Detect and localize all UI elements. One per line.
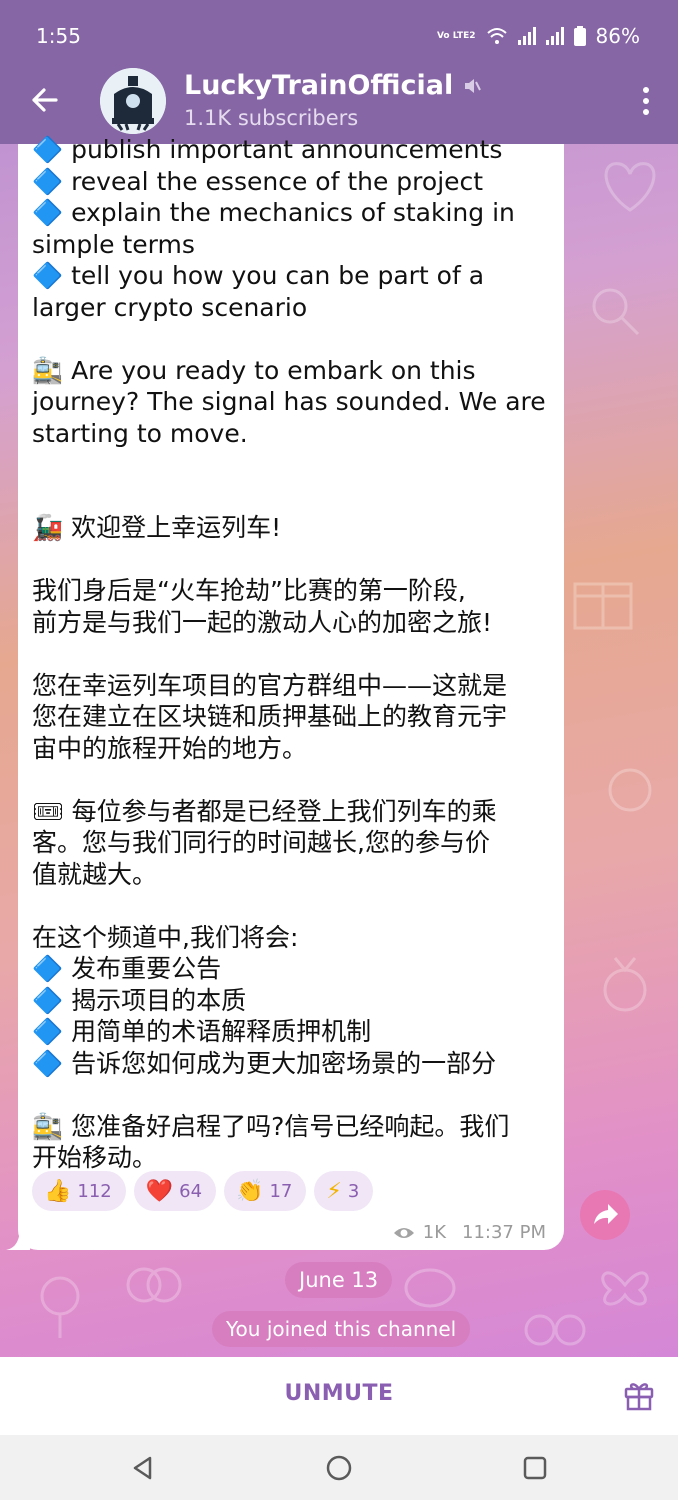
channel-title: LuckyTrainOfficial bbox=[184, 70, 482, 101]
eye-icon bbox=[393, 1227, 414, 1238]
train-logo-icon bbox=[100, 68, 166, 134]
channel-header: LuckyTrainOfficial 1.1K subscribers bbox=[0, 60, 678, 144]
channel-avatar[interactable] bbox=[100, 68, 166, 134]
channel-name: LuckyTrainOfficial bbox=[184, 70, 454, 101]
signal-icon-2 bbox=[545, 27, 564, 45]
share-arrow-icon bbox=[594, 1204, 618, 1224]
nav-home-icon[interactable] bbox=[324, 1453, 354, 1483]
reaction-count: 3 bbox=[347, 1180, 360, 1202]
message-line: 🔷 reveal the essence of the project bbox=[32, 166, 484, 196]
message-meta: 1K 11:37 PM bbox=[393, 1222, 546, 1243]
gift-icon[interactable] bbox=[622, 1377, 656, 1411]
message-line: starting to move. bbox=[32, 418, 248, 448]
heart-balloon-doodle bbox=[604, 162, 656, 212]
message-line: larger crypto scenario bbox=[32, 292, 308, 322]
message-line: 您在建立在区块链和质押基础上的教育元宇 bbox=[32, 702, 508, 731]
message-line: 🎟 每位参与者都是已经登上我们列车的乘 bbox=[32, 796, 497, 826]
bottom-bar: UNMUTE bbox=[0, 1357, 678, 1435]
message-line: 🔷 发布重要公告 bbox=[32, 954, 222, 983]
message-line: 我们身后是“火车抢劫”比赛的第一阶段, bbox=[32, 576, 466, 605]
thumbs-up-icon: 👍 bbox=[44, 1178, 72, 1204]
ring-doodle bbox=[592, 288, 640, 336]
message-bubble[interactable]: 🔷 publish important announcements 🔷 revea… bbox=[18, 135, 564, 1250]
joined-notice: You joined this channel bbox=[212, 1311, 471, 1347]
reaction-lightning[interactable]: ⚡ 3 bbox=[314, 1171, 374, 1211]
reactions-row: 👍 112 ❤️ 64 👏 17 ⚡ 3 bbox=[32, 1171, 374, 1211]
message-text: 🔷 publish important announcements 🔷 revea… bbox=[32, 134, 556, 1174]
reaction-heart[interactable]: ❤️ 64 bbox=[133, 1171, 217, 1211]
gift-doodle bbox=[573, 582, 633, 630]
nav-recents-icon[interactable] bbox=[520, 1453, 550, 1483]
share-button[interactable] bbox=[580, 1190, 630, 1240]
message-line: 🚉 Are you ready to embark on this bbox=[32, 355, 476, 385]
roses-doodle bbox=[524, 1314, 586, 1346]
message-line: 您在幸运列车项目的官方群组中——这就是 bbox=[32, 670, 508, 700]
date-separator: June 13 bbox=[285, 1262, 393, 1298]
more-options-icon[interactable] bbox=[640, 86, 652, 116]
status-icons: Vo LTE2 86% bbox=[437, 24, 640, 48]
reaction-count: 112 bbox=[77, 1180, 112, 1202]
unmute-button[interactable]: UNMUTE bbox=[0, 1381, 678, 1406]
lightning-icon: ⚡ bbox=[326, 1178, 342, 1204]
volte-indicator: Vo LTE2 bbox=[436, 31, 476, 41]
message-time: 11:37 PM bbox=[462, 1222, 546, 1243]
signal-icon bbox=[517, 27, 536, 45]
message-line: 🔷 告诉您如何成为更大加密场景的一部分 bbox=[32, 1048, 497, 1078]
message-line: 🔷 publish important announcements bbox=[32, 135, 503, 164]
reaction-count: 17 bbox=[269, 1180, 293, 1202]
butterfly-doodle bbox=[601, 1271, 649, 1306]
view-count: 1K bbox=[422, 1222, 447, 1243]
message-line: 🔷 tell you how you can be part of a bbox=[32, 261, 485, 290]
battery-percent: 86% bbox=[595, 24, 640, 48]
message-line: 在这个频道中,我们将会: bbox=[32, 922, 299, 952]
message-line: 🔷 揭示项目的本质 bbox=[32, 985, 247, 1015]
message-line: 开始移动。 bbox=[32, 1143, 158, 1172]
message-line: 🔷 用简单的术语解释质押机制 bbox=[32, 1017, 372, 1046]
message-line: 🚉 您准备好启程了吗?信号已经响起。我们 bbox=[32, 1111, 510, 1141]
message-line: 前方是与我们一起的激动人心的加密之旅! bbox=[32, 607, 493, 637]
wifi-icon bbox=[486, 28, 507, 44]
subscriber-count: 1.1K subscribers bbox=[184, 106, 359, 130]
muted-icon bbox=[465, 78, 482, 93]
system-nav-bar bbox=[0, 1435, 678, 1500]
reaction-thumbs-up[interactable]: 👍 112 bbox=[32, 1171, 126, 1211]
reaction-clap[interactable]: 👏 17 bbox=[224, 1171, 307, 1211]
message-line: 🚂 欢迎登上幸运列车! bbox=[32, 513, 282, 542]
message-line: 宙中的旅程开始的地方。 bbox=[32, 733, 308, 763]
message-line: 🔷 explain the mechanics of staking in bbox=[32, 198, 515, 227]
message-line: 值就越大。 bbox=[32, 859, 158, 889]
reaction-count: 64 bbox=[179, 1180, 203, 1202]
lollipop-doodle bbox=[40, 1276, 80, 1338]
clap-icon: 👏 bbox=[236, 1178, 264, 1204]
bubble-doodle bbox=[608, 768, 652, 812]
battery-icon bbox=[573, 26, 586, 46]
rings-doodle bbox=[126, 1267, 182, 1303]
back-arrow-icon[interactable] bbox=[26, 82, 62, 118]
message-line: journey? The signal has sounded. We are bbox=[32, 387, 546, 416]
status-time: 1:55 bbox=[36, 24, 81, 48]
message-line: 客。您与我们同行的时间越长,您的参与价 bbox=[32, 828, 490, 857]
medal-doodle bbox=[603, 957, 647, 1012]
message-line: simple terms bbox=[32, 229, 195, 259]
heart-icon: ❤️ bbox=[145, 1178, 174, 1204]
nav-back-icon[interactable] bbox=[128, 1453, 158, 1483]
